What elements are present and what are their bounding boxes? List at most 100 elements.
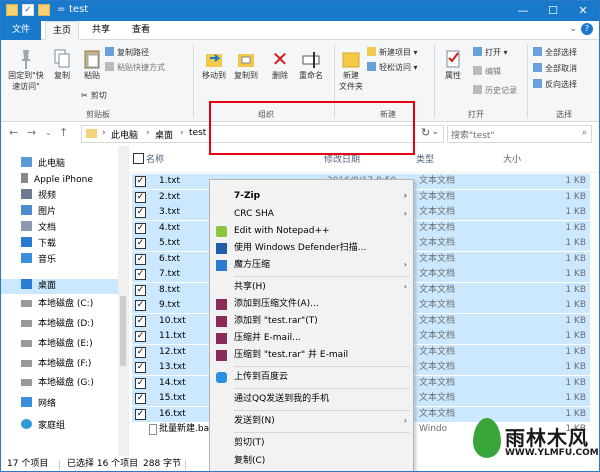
breadcrumb-desktop[interactable]: 桌面	[155, 128, 173, 141]
file-checkbox[interactable]: ✓	[135, 393, 146, 404]
copy-to-button[interactable]: 复制到	[231, 48, 261, 81]
cut-button[interactable]: ✂ 剪切	[81, 90, 107, 101]
nav-item-pictures[interactable]: 图片	[21, 205, 56, 220]
file-checkbox[interactable]: ✓	[135, 408, 146, 420]
column-header-type[interactable]: 类型	[416, 152, 434, 165]
file-size: 1 KB	[565, 207, 586, 217]
new-folder-quick-icon[interactable]	[38, 4, 50, 16]
select-none-button[interactable]: 全部取消	[533, 63, 577, 74]
nav-item-network[interactable]: 网络	[21, 397, 56, 412]
history-button[interactable]: 历史记录	[473, 85, 517, 96]
file-checkbox[interactable]: ✓	[135, 238, 146, 249]
menu-item-compress-email[interactable]: 压缩并 E-mail...	[210, 330, 413, 346]
minimize-button[interactable]: —	[509, 1, 537, 21]
delete-button[interactable]: ✕ 删除	[267, 48, 293, 81]
menu-item-add-to-test-rar[interactable]: 添加到 "test.rar"(T)	[210, 313, 413, 329]
menu-item-add-to-archive[interactable]: 添加到压缩文件(A)...	[210, 296, 413, 312]
menu-item-share[interactable]: 共享(H) ›	[210, 279, 413, 295]
tab-home[interactable]: 主页	[45, 21, 79, 40]
invert-selection-button[interactable]: 反向选择	[533, 79, 577, 90]
new-folder-button[interactable]: 新建 文件夹	[337, 48, 365, 92]
paste-shortcut-button[interactable]: 粘贴快捷方式	[105, 62, 165, 73]
file-checkbox[interactable]: ✓	[135, 362, 146, 373]
menu-item-cube-compress[interactable]: 魔方压缩 ›	[210, 257, 413, 273]
properties-button[interactable]: 属性	[439, 48, 467, 81]
address-dropdown-icon[interactable]: ⌄	[431, 127, 439, 137]
menu-item-defender-scan[interactable]: 使用 Windows Defender扫描...	[210, 240, 413, 256]
forward-arrow-icon[interactable]: →	[27, 126, 36, 139]
menu-item-crc-sha[interactable]: CRC SHA ›	[210, 206, 413, 222]
new-item-button[interactable]: 新建项目 ▾	[367, 47, 418, 58]
file-checkbox[interactable]: ✓	[135, 315, 146, 327]
file-checkbox[interactable]: ✓	[135, 176, 146, 187]
menu-item-qq-send[interactable]: 通过QQ发送到我的手机	[210, 391, 413, 407]
file-checkbox[interactable]: ✓	[135, 346, 146, 358]
file-type: 文本文档	[419, 346, 456, 357]
nav-item-drive-c[interactable]: 本地磁盘 (C:)	[21, 297, 93, 312]
copy-path-button[interactable]: 复制路径	[105, 47, 149, 58]
rename-button[interactable]: 重命名	[295, 48, 327, 81]
file-checkbox[interactable]: ✓	[135, 377, 146, 389]
up-arrow-icon[interactable]: ↑	[59, 126, 68, 139]
chevron-down-icon[interactable]: ⌄	[569, 24, 577, 34]
column-header-name[interactable]: 名称	[146, 152, 164, 165]
easy-access-button[interactable]: 轻松访问 ▾	[367, 62, 418, 73]
maximize-button[interactable]: ☐	[539, 1, 567, 21]
file-checkbox[interactable]: ✓	[135, 253, 146, 265]
recent-locations-icon[interactable]: ⌄	[45, 128, 52, 137]
nav-item-videos[interactable]: 视频	[21, 189, 56, 204]
file-checkbox[interactable]: ✓	[135, 207, 146, 218]
nav-item-drive-d[interactable]: 本地磁盘 (D:)	[21, 317, 94, 332]
file-checkbox[interactable]: ✓	[135, 331, 146, 342]
file-checkbox[interactable]: ✓	[135, 284, 146, 296]
menu-item-notepadpp[interactable]: Edit with Notepad++	[210, 223, 413, 239]
nav-item-this-pc[interactable]: 此电脑	[21, 157, 65, 172]
select-all-checkbox[interactable]	[133, 153, 144, 164]
menu-item-cut[interactable]: 剪切(T)	[210, 435, 413, 451]
copy-button[interactable]: 复制	[49, 48, 75, 81]
file-type: 文本文档	[419, 191, 456, 202]
back-arrow-icon[interactable]: ←	[9, 126, 18, 139]
file-checkbox[interactable]: ✓	[135, 269, 146, 280]
menu-item-7zip[interactable]: 7-Zip ›	[210, 188, 413, 204]
nav-item-homegroup[interactable]: 家庭组	[21, 419, 65, 434]
menu-item-send-to[interactable]: 发送到(N) ›	[210, 413, 413, 429]
nav-scrollbar[interactable]	[118, 146, 128, 456]
menu-item-compress-test-email[interactable]: 压缩到 "test.rar" 并 E-mail	[210, 347, 413, 363]
nav-item-documents[interactable]: 文档	[21, 221, 56, 236]
file-checkbox[interactable]: ✓	[135, 300, 146, 311]
move-to-button[interactable]: 移动到	[199, 48, 229, 81]
search-input[interactable]: 搜索"test" ⌕	[447, 125, 592, 143]
help-icon[interactable]: ?	[581, 23, 593, 35]
nav-item-drive-g[interactable]: 本地磁盘 (G:)	[21, 376, 94, 391]
pin-to-quick-access-button[interactable]: 固定到"快 速访问"	[7, 48, 45, 92]
column-header-size[interactable]: 大小	[503, 152, 521, 165]
nav-item-drive-f[interactable]: 本地磁盘 (F:)	[21, 357, 91, 372]
nav-item-drive-e[interactable]: 本地磁盘 (E:)	[21, 337, 93, 352]
scrollbar-thumb[interactable]	[120, 296, 126, 366]
properties-quick-icon[interactable]: ✓	[22, 4, 34, 16]
menu-item-baidu-upload[interactable]: 上传到百度云	[210, 369, 413, 385]
file-checkbox[interactable]: ✓	[135, 191, 146, 203]
breadcrumb-this-pc[interactable]: 此电脑	[111, 128, 138, 141]
tab-view[interactable]: 查看	[125, 21, 157, 40]
breadcrumb-test[interactable]: test	[189, 128, 206, 138]
nav-item-iphone[interactable]: Apple iPhone	[21, 173, 93, 188]
paste-button[interactable]: 粘贴	[79, 48, 105, 81]
open-button[interactable]: 打开 ▾	[473, 47, 508, 58]
refresh-icon[interactable]: ↻	[421, 126, 430, 139]
select-all-button[interactable]: 全部选择	[533, 47, 577, 58]
file-type: 文本文档	[419, 362, 456, 372]
menu-item-copy[interactable]: 复制(C)	[210, 453, 413, 469]
nav-item-desktop[interactable]: 桌面	[1, 279, 118, 294]
close-button[interactable]: ✕	[569, 1, 597, 21]
file-checkbox[interactable]: ✓	[135, 222, 146, 234]
nav-item-downloads[interactable]: 下载	[21, 237, 56, 252]
tab-share[interactable]: 共享	[85, 21, 117, 40]
quick-access-customize[interactable]: =	[57, 4, 65, 15]
tab-file[interactable]: 文件	[1, 21, 41, 40]
nav-item-music[interactable]: 音乐	[21, 253, 56, 268]
rename-icon	[302, 52, 320, 68]
edit-button[interactable]: 编辑	[473, 66, 501, 77]
file-size: 1 KB	[565, 191, 586, 202]
